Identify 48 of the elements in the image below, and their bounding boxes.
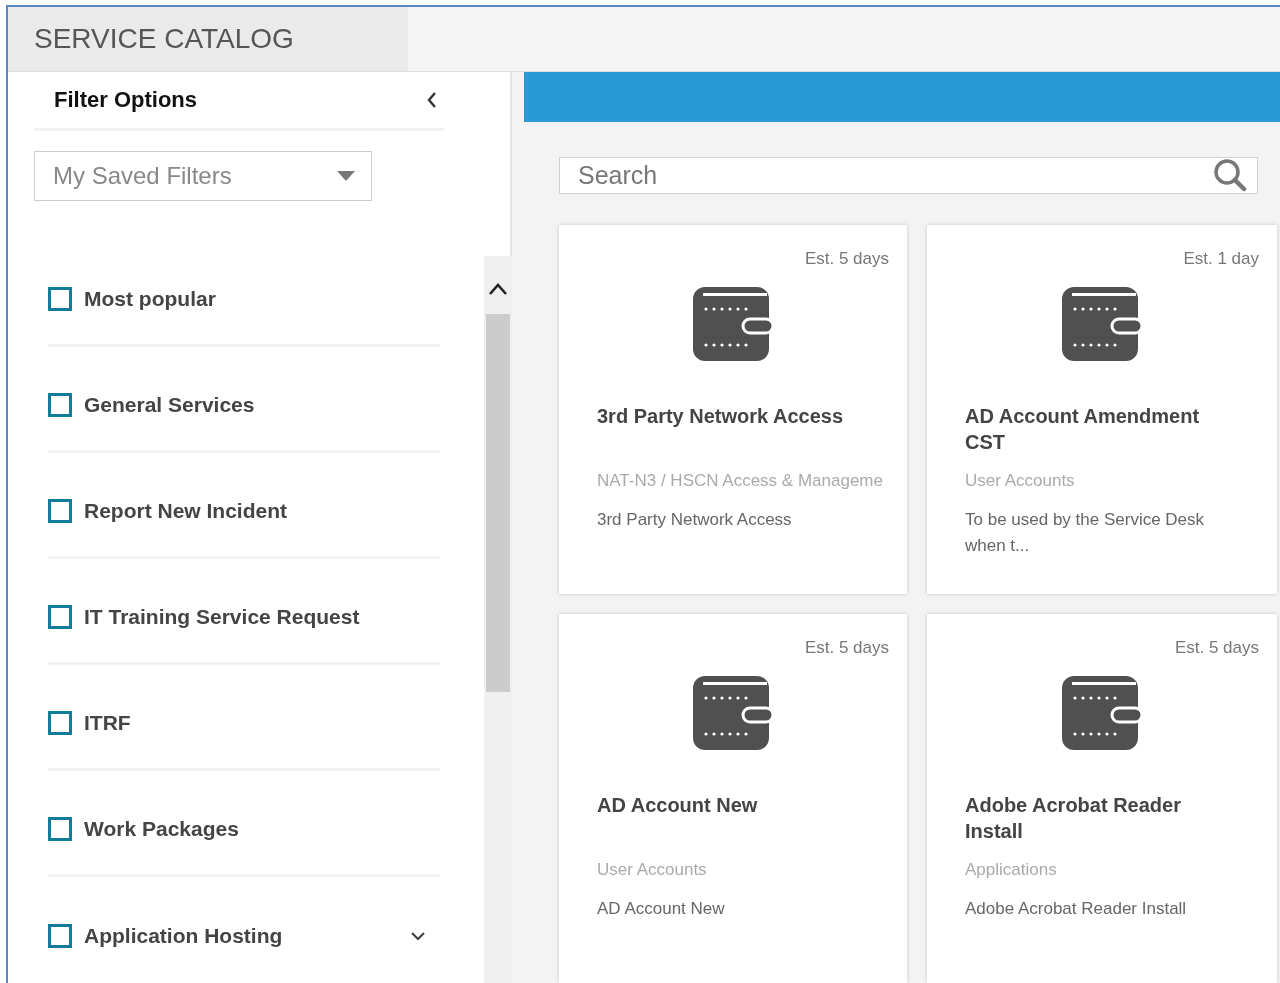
estimate-label: Est. 1 day (1183, 249, 1259, 269)
wallet-icon (1060, 285, 1144, 363)
checkbox[interactable] (48, 710, 72, 735)
service-description: Adobe Acrobat Reader Install (965, 898, 1188, 920)
service-description: 3rd Party Network Access (597, 509, 793, 531)
checkbox[interactable] (48, 604, 72, 629)
filter-label[interactable]: IT Training Service Request (84, 604, 440, 629)
service-title: 3rd Party Network Access (597, 404, 845, 429)
checkbox[interactable] (48, 286, 72, 311)
service-card[interactable]: Est. 5 days 3rd Party Network Access NAT-N3 / HSCN Access & Manageme 3rd Party Network Access (559, 225, 907, 594)
service-title: AD Account Amendment CST (965, 404, 1201, 455)
wallet-icon (691, 285, 775, 363)
checkbox[interactable] (48, 816, 72, 841)
checkbox[interactable] (48, 392, 72, 417)
category-label: Applications (965, 860, 1058, 880)
saved-filters-dropdown[interactable]: My Saved Filters (34, 151, 372, 201)
filter-label[interactable]: Work Packages (84, 816, 440, 841)
expand-chevron-icon[interactable] (410, 931, 426, 941)
service-description: AD Account New (597, 898, 726, 920)
search-field[interactable]: Search (559, 156, 1258, 194)
service-title: Adobe Acrobat Reader Install (965, 793, 1182, 844)
filter-title: Filter Options (54, 87, 197, 114)
filter-label[interactable]: ITRF (84, 710, 440, 735)
wallet-icon (1060, 674, 1144, 752)
scrollbar[interactable] (484, 256, 512, 983)
service-card[interactable]: Est. 5 days AD Account New User Accounts AD Account New (559, 614, 907, 983)
estimate-label: Est. 5 days (804, 638, 889, 658)
category-label: User Accounts (965, 471, 1076, 491)
filter-label[interactable]: Most popular (84, 286, 440, 311)
scroll-up-icon[interactable] (488, 282, 508, 296)
filter-label[interactable]: Report New Incident (84, 498, 440, 523)
category-label: NAT-N3 / HSCN Access & Manageme (597, 471, 884, 491)
search-icon[interactable] (1213, 158, 1247, 193)
filter-label[interactable]: Application Hosting (84, 924, 398, 948)
filter-label[interactable]: General Services (84, 392, 440, 417)
estimate-label: Est. 5 days (804, 249, 889, 269)
service-description: To be used by the Service Desk when t... (965, 509, 1206, 557)
catalog-title: SERVICE CATALOG (8, 7, 408, 71)
service-card[interactable]: Est. 1 day AD Account Amendment CST User Accounts To be used by the Service Desk when t... (927, 225, 1277, 594)
estimate-label: Est. 5 days (1174, 638, 1259, 658)
caret-icon[interactable] (337, 171, 355, 182)
category-label: User Accounts (597, 860, 708, 880)
service-card[interactable]: Est. 5 days Adobe Acrobat Reader Install Applications Adobe Acrobat Reader Install (927, 614, 1277, 983)
wallet-icon (691, 674, 775, 752)
checkbox[interactable] (48, 924, 72, 948)
service-title: AD Account New (597, 793, 759, 818)
checkbox[interactable] (48, 498, 72, 523)
collapse-chevron-icon[interactable] (426, 91, 438, 110)
